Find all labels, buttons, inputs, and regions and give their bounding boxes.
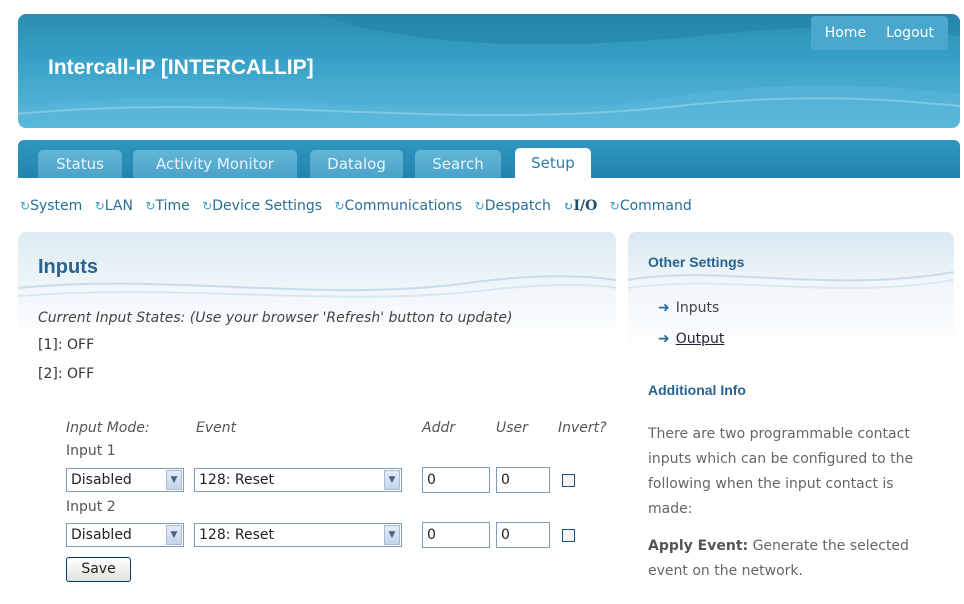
header-event: Event — [196, 420, 237, 436]
save-button[interactable]: Save — [66, 557, 131, 582]
sidebar-link-inputs[interactable]: ➜ Inputs — [658, 300, 719, 316]
input-state-1: [1]: OFF — [38, 337, 95, 353]
input-state-2: [2]: OFF — [38, 366, 95, 382]
subnav-despatch[interactable]: ↻Despatch — [475, 198, 551, 214]
tab-status[interactable]: Status — [38, 150, 122, 178]
tab-datalog[interactable]: Datalog — [310, 150, 403, 178]
sidebar-link-output[interactable]: ➜ Output — [658, 331, 724, 347]
arrow-icon: ↻ — [563, 199, 574, 213]
subnav-communications[interactable]: ↻Communications — [334, 198, 462, 214]
app-title: Intercall-IP [INTERCALLIP] — [48, 56, 314, 79]
tab-setup[interactable]: Setup — [515, 148, 591, 178]
input-2-label: Input 2 — [66, 499, 116, 515]
setup-subnav: ↻System ↻LAN ↻Time ↻Device Settings ↻Com… — [20, 198, 700, 214]
apply-event-paragraph: Apply Event: Generate the selected event… — [648, 534, 938, 584]
header-invert: Invert? — [558, 420, 607, 436]
arrow-right-icon: ➜ — [658, 331, 670, 347]
arrow-icon: ↻ — [94, 199, 105, 213]
subnav-device-settings[interactable]: ↻Device Settings — [202, 198, 322, 214]
additional-info-heading: Additional Info — [648, 382, 746, 398]
sidebar-panel: Other Settings ➜ Inputs ➜ Output Additiona… — [628, 232, 954, 604]
subnav-lan[interactable]: ↻LAN — [95, 198, 133, 214]
arrow-icon: ↻ — [20, 199, 31, 213]
chevron-down-icon: ▼ — [166, 525, 182, 545]
subnav-command[interactable]: ↻Command — [610, 198, 692, 214]
arrow-icon: ↻ — [609, 199, 620, 213]
arrow-icon: ↻ — [202, 199, 213, 213]
panel-swoosh — [18, 275, 616, 298]
input-1-mode-select[interactable]: Disabled ▼ — [66, 468, 184, 492]
arrow-icon: ↻ — [474, 199, 485, 213]
chevron-down-icon: ▼ — [384, 470, 400, 490]
subnav-io[interactable]: ↻I/O — [563, 198, 597, 214]
info-paragraph: There are two programmable contact input… — [648, 426, 914, 517]
top-links: Home Logout — [810, 16, 948, 50]
input-1-invert-checkbox[interactable] — [562, 474, 575, 487]
other-settings-heading: Other Settings — [648, 254, 745, 270]
input-1-user-field[interactable]: 0 — [496, 467, 550, 493]
arrow-icon: ↻ — [145, 199, 156, 213]
tab-bar: Status Activity Monitor Datalog Search S… — [18, 140, 960, 178]
logout-link[interactable]: Logout — [876, 25, 944, 41]
chevron-down-icon: ▼ — [384, 525, 400, 545]
input-2-user-field[interactable]: 0 — [496, 522, 550, 548]
subnav-system[interactable]: ↻System — [20, 198, 82, 214]
arrow-icon: ↻ — [334, 199, 345, 213]
chevron-down-icon: ▼ — [166, 470, 182, 490]
header-banner: Intercall-IP [INTERCALLIP] Home Logout — [18, 14, 960, 128]
apply-event-label: Apply Event: — [648, 538, 749, 554]
arrow-right-icon: ➜ — [658, 300, 670, 316]
header-user: User — [496, 420, 528, 436]
header-input-mode: Input Mode: — [66, 420, 150, 436]
home-link[interactable]: Home — [815, 25, 876, 41]
tab-search[interactable]: Search — [415, 150, 501, 178]
page-title: Inputs — [38, 256, 98, 278]
subnav-time[interactable]: ↻Time — [145, 198, 189, 214]
header-addr: Addr — [422, 420, 456, 436]
input-1-label: Input 1 — [66, 443, 116, 459]
states-label: Current Input States: (Use your browser … — [38, 310, 513, 326]
tab-activity-monitor[interactable]: Activity Monitor — [133, 150, 297, 178]
input-2-mode-select[interactable]: Disabled ▼ — [66, 523, 184, 547]
inputs-panel: Inputs Current Input States: (Use your b… — [18, 232, 616, 604]
additional-info-text: There are two programmable contact input… — [648, 422, 938, 584]
input-2-addr-field[interactable]: 0 — [422, 522, 490, 548]
input-1-event-select[interactable]: 128: Reset ▼ — [194, 468, 402, 492]
input-2-invert-checkbox[interactable] — [562, 529, 575, 542]
input-2-event-select[interactable]: 128: Reset ▼ — [194, 523, 402, 547]
input-1-addr-field[interactable]: 0 — [422, 467, 490, 493]
